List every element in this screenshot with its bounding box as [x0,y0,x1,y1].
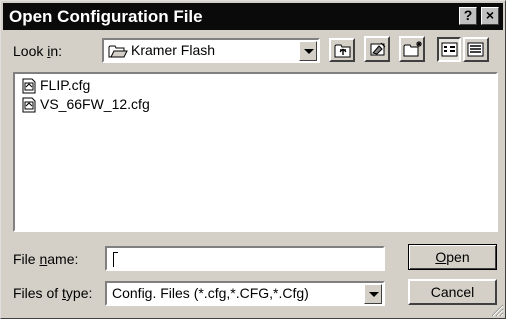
file-type-dropdown-button[interactable] [364,284,382,304]
new-folder-icon [403,41,422,57]
config-file-icon [22,97,36,113]
file-type-label: Files of type: [13,285,93,301]
up-one-level-button[interactable] [329,38,355,62]
close-button[interactable]: × [481,7,499,25]
new-folder-button[interactable] [399,36,425,62]
details-view-icon [467,42,484,57]
file-type-value: Config. Files (*.cfg,*.CFG,*.Cfg) [112,285,309,301]
open-configuration-dialog: Open Configuration File ? × Look in: Kra… [0,0,506,319]
help-button[interactable]: ? [459,7,477,25]
chevron-down-icon [369,292,379,297]
resize-grip-icon[interactable] [491,304,504,317]
look-in-dropdown[interactable]: Kramer Flash [102,38,320,63]
desktop-icon [370,42,386,56]
cancel-button-label: Cancel [430,284,475,300]
chevron-down-icon [304,49,314,54]
look-in-label: Look in: [13,43,63,59]
file-name: FLIP.cfg [40,77,91,93]
desktop-button[interactable] [364,36,390,62]
file-type-dropdown[interactable]: Config. Files (*.cfg,*.CFG,*.Cfg) [105,281,385,306]
open-button[interactable]: Open [408,244,497,270]
window-title: Open Configuration File [9,7,203,26]
open-button-label: Open [435,249,470,265]
config-file-icon [22,78,36,94]
list-item[interactable]: FLIP.cfg [21,77,90,95]
list-view-button[interactable] [437,37,461,62]
file-list[interactable]: FLIP.cfg VS_66FW_12.cfg [13,72,498,232]
look-in-dropdown-button[interactable] [299,41,317,61]
up-one-level-icon [334,44,351,58]
look-in-value: Kramer Flash [131,42,216,58]
details-view-button[interactable] [463,37,489,62]
file-name-label: File name: [13,251,79,267]
folder-icon [108,45,128,58]
list-item[interactable]: VS_66FW_12.cfg [21,96,150,114]
title-bar[interactable]: Open Configuration File ? × [3,3,503,30]
list-view-icon [441,42,458,57]
file-name: VS_66FW_12.cfg [40,96,150,112]
text-cursor [113,252,118,267]
file-name-input[interactable] [105,246,385,271]
cancel-button[interactable]: Cancel [408,279,497,305]
